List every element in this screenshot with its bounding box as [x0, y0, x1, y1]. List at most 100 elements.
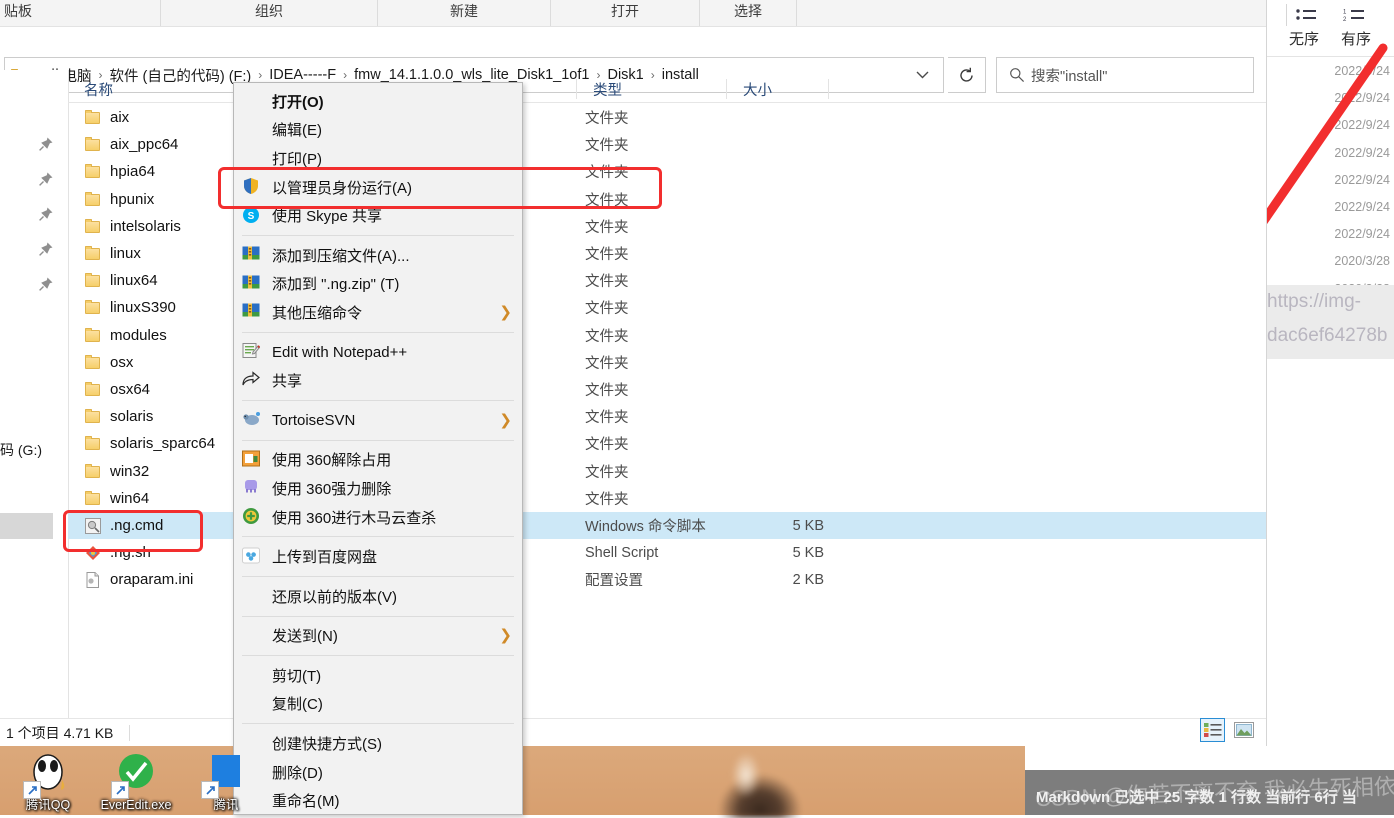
column-divider[interactable]: [726, 79, 727, 99]
ribbon-group-clipboard[interactable]: 贴板: [0, 0, 160, 26]
baidu-netdisk-icon: [242, 547, 264, 567]
menu-item[interactable]: 创建快捷方式(S): [234, 729, 522, 758]
menu-item[interactable]: 删除(D): [234, 758, 522, 787]
desktop-icon-tencent-qq[interactable]: 腾讯QQ: [0, 752, 96, 813]
large-icons-view-button[interactable]: [1231, 718, 1256, 742]
menu-item[interactable]: 使用 360解除占用: [234, 446, 522, 475]
status-bar: 1 个项目 4.71 KB: [0, 718, 1266, 746]
menu-item-label: 编辑(E): [272, 119, 322, 140]
menu-item[interactable]: 以管理员身份运行(A): [234, 173, 522, 202]
pin-icon[interactable]: [38, 276, 54, 292]
date-cell: 2022/9/24: [1266, 58, 1390, 85]
menu-item[interactable]: 添加到 ".ng.zip" (T): [234, 270, 522, 299]
file-type-cell: 文件夹: [585, 458, 629, 485]
menu-item[interactable]: 使用 360强力删除: [234, 474, 522, 503]
file-name-cell[interactable]: .ng.cmd: [84, 512, 163, 539]
svg-text:2: 2: [1343, 17, 1347, 23]
menu-item[interactable]: 发送到(N)❯: [234, 622, 522, 651]
menu-icon-placeholder: [242, 148, 264, 168]
file-name-cell[interactable]: win32: [84, 458, 149, 485]
menu-item[interactable]: 复制(C): [234, 690, 522, 719]
menu-separator: [242, 400, 514, 401]
pin-icon[interactable]: [38, 206, 54, 222]
date-cell: 2022/9/24: [1266, 112, 1390, 139]
column-header-type[interactable]: 类型: [585, 76, 722, 102]
file-name-cell[interactable]: oraparam.ini: [84, 566, 193, 593]
file-name-cell[interactable]: linux: [84, 240, 141, 267]
navigation-pane[interactable]: 码 (G:): [0, 70, 69, 725]
unordered-list-icon[interactable]: [1295, 7, 1317, 28]
file-size-cell: 5 KB: [758, 512, 824, 539]
file-name-cell[interactable]: solaris_sparc64: [84, 430, 215, 457]
date-cell: 2022/9/24: [1266, 221, 1390, 248]
ribbon-group-organize[interactable]: 组织: [161, 0, 377, 26]
desktop-icon-everedit[interactable]: EverEdit.exe: [88, 752, 184, 813]
file-size-cell: [758, 430, 824, 457]
file-name-cell[interactable]: hpia64: [84, 158, 155, 185]
ribbon-bar: 贴板 组织 新建 打开 选择: [0, 0, 1266, 27]
file-name-cell[interactable]: intelsolaris: [84, 213, 181, 240]
menu-item-label: 剪切(T): [272, 665, 321, 686]
ini-file-icon: [84, 572, 102, 587]
file-name-label: .ng.cmd: [110, 517, 163, 534]
column-header-size[interactable]: 大小: [735, 76, 828, 102]
ordered-list-icon[interactable]: 12: [1343, 7, 1365, 28]
details-view-button[interactable]: [1200, 718, 1225, 742]
ribbon-group-select[interactable]: 选择: [700, 0, 796, 26]
pin-icon[interactable]: [38, 136, 54, 152]
360-unlock-icon: [242, 450, 264, 470]
context-menu[interactable]: 打开(O) 编辑(E) 打印(P)以管理员身份运行(A)S使用 Skype 共享添加…: [233, 82, 523, 815]
menu-item[interactable]: 上传到百度网盘: [234, 542, 522, 571]
file-name-cell[interactable]: .ng.sh: [84, 539, 151, 566]
ribbon-group-new[interactable]: 新建: [378, 0, 550, 26]
menu-item[interactable]: Edit with Notepad++: [234, 338, 522, 367]
file-name-cell[interactable]: solaris: [84, 403, 153, 430]
folder-icon: [84, 110, 102, 125]
ribbon-group-label: 选择: [734, 1, 762, 21]
file-name-cell[interactable]: aix_ppc64: [84, 131, 178, 158]
column-divider[interactable]: [828, 79, 829, 99]
file-size-cell: [758, 458, 824, 485]
menu-item[interactable]: 打开(O): [234, 87, 522, 116]
file-name-cell[interactable]: osx: [84, 349, 133, 376]
desktop-icon-tencent[interactable]: 腾讯: [178, 752, 274, 813]
file-name-label: aix_ppc64: [110, 136, 178, 153]
ribbon-group-open[interactable]: 打开: [551, 0, 699, 26]
file-name-label: solaris: [110, 408, 153, 425]
view-mode-buttons[interactable]: [1200, 718, 1256, 742]
sidebar-item-selected[interactable]: [0, 513, 53, 539]
sidebar-item-drive-g[interactable]: 码 (G:): [0, 440, 42, 460]
file-name-cell[interactable]: modules: [84, 322, 167, 349]
folder-icon: [84, 164, 102, 179]
menu-item[interactable]: 还原以前的版本(V): [234, 582, 522, 611]
menu-item[interactable]: S使用 Skype 共享: [234, 201, 522, 230]
file-name-cell[interactable]: win64: [84, 485, 149, 512]
menu-item[interactable]: 打印(P): [234, 144, 522, 173]
skype-icon: S: [242, 206, 264, 226]
menu-item[interactable]: 使用 360进行木马云查杀: [234, 503, 522, 532]
file-name-cell[interactable]: osx64: [84, 376, 150, 403]
menu-item[interactable]: 重命名(M): [234, 786, 522, 815]
menu-item-label: Edit with Notepad++: [272, 344, 407, 361]
desktop-icon-label: EverEdit.exe: [88, 798, 184, 813]
360-scan-icon: [242, 507, 264, 527]
file-name-cell[interactable]: linux64: [84, 267, 158, 294]
column-divider[interactable]: [576, 79, 577, 99]
shortcut-overlay-icon: [201, 781, 219, 799]
pin-icon[interactable]: [38, 171, 54, 187]
file-name-cell[interactable]: hpunix: [84, 186, 154, 213]
winrar-icon: [242, 302, 264, 322]
menu-item[interactable]: 其他压缩命令❯: [234, 298, 522, 327]
panel-divider: [1266, 56, 1394, 57]
menu-item[interactable]: 共享: [234, 366, 522, 395]
menu-separator: [242, 536, 514, 537]
pin-icon[interactable]: [38, 241, 54, 257]
menu-item[interactable]: TortoiseSVN❯: [234, 406, 522, 435]
menu-item[interactable]: 剪切(T): [234, 661, 522, 690]
file-name-cell[interactable]: linuxS390: [84, 294, 176, 321]
menu-item-label: 其他压缩命令: [272, 302, 362, 323]
menu-item[interactable]: 编辑(E): [234, 116, 522, 145]
file-name-cell[interactable]: aix: [84, 104, 129, 131]
file-size-cell: [758, 294, 824, 321]
menu-item[interactable]: 添加到压缩文件(A)...: [234, 241, 522, 270]
